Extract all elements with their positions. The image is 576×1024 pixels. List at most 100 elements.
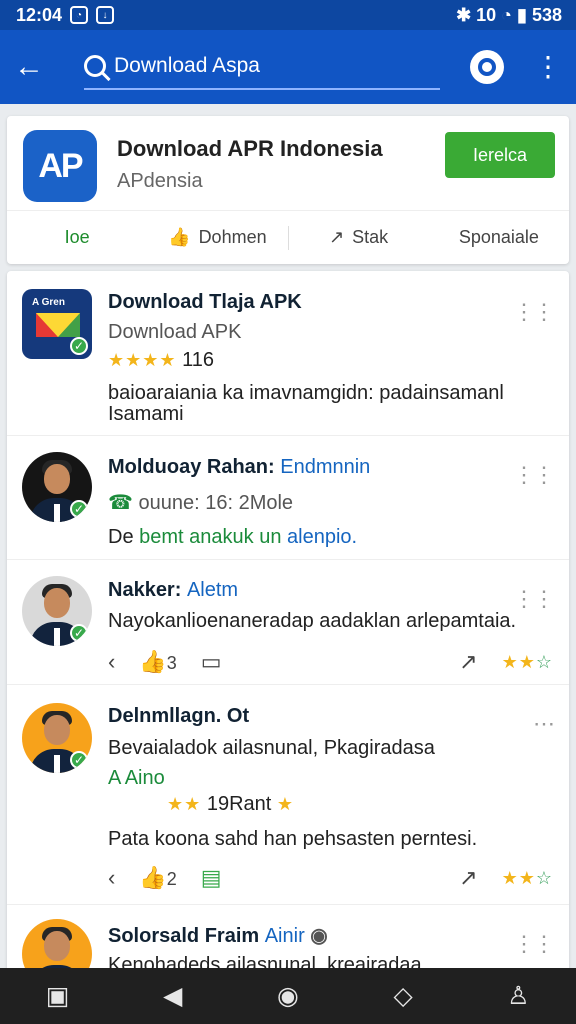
back-icon[interactable]: ← <box>14 50 58 84</box>
more-icon[interactable]: ⋮⋮ <box>513 301 555 323</box>
rating-count: 116 <box>182 349 214 371</box>
rating-stars-icon: ★★☆ <box>501 867 553 888</box>
chevron-left-icon[interactable]: ‹ <box>108 651 115 673</box>
user-avatar: ✓ <box>22 452 92 522</box>
hero-action-open[interactable]: Ioe <box>7 227 147 248</box>
item-body: baioaraiania ka imavnamgidn: padainsaman… <box>108 382 504 425</box>
download-icon: ↓ <box>96 6 115 24</box>
item-title-text: Molduoay Rahan: <box>108 456 275 478</box>
verified-badge-icon: ✓ <box>70 751 88 769</box>
comment-icon[interactable]: ▭ <box>201 651 222 673</box>
mini-logo-icon: A Gren <box>32 297 65 308</box>
like-button[interactable]: 👍3 <box>139 650 177 674</box>
action-row: ‹ 👍2 ▤ ↗ ★★☆ <box>108 863 553 893</box>
item-subtitle: Bevaialadok ailasnunal, Pkagiradasa <box>108 737 435 759</box>
item-title[interactable]: Download Tlaja APK <box>108 291 302 314</box>
hero-action-like[interactable]: 👍 Dohmen <box>147 227 287 248</box>
body-prefix: De <box>108 526 134 548</box>
search-input[interactable]: Download Aspa <box>84 44 440 90</box>
list-item: ✓ Molduoay Rahan: Endmnnin ☎ ouune: 16: … <box>7 436 569 560</box>
chevron-left-icon[interactable]: ‹ <box>108 867 115 889</box>
like-count: 2 <box>166 868 177 889</box>
item-body: Nayokanlioenaneradap aadaklan arlepamtai… <box>108 610 517 632</box>
item-title-accent: Ainir <box>264 925 305 947</box>
item-meta: ☎ ouune: 16: 2Mole <box>108 490 293 515</box>
hero-action-share[interactable]: ↗ Stak <box>289 227 429 248</box>
item-title-accent: Endmnnin <box>280 456 371 478</box>
item-title[interactable]: Nakker: Aletm <box>108 579 238 602</box>
app-avatar: A Gren ✓ <box>22 289 92 359</box>
verified-badge-icon: ✓ <box>70 624 88 642</box>
thumb-up-icon: 👍 <box>168 227 191 247</box>
item-title[interactable]: Solorsald Fraim Ainir ◉ <box>108 923 328 948</box>
phone-icon: ☎ <box>108 492 133 514</box>
hero-action-support[interactable]: Sponaiale <box>429 227 569 248</box>
item-label: A Aino <box>108 767 165 789</box>
search-query: Download Aspa <box>114 54 260 77</box>
app-title: Download APR Indonesia <box>117 136 383 161</box>
list-item: A Gren ✓ Download Tlaja APK Download APK… <box>7 271 569 436</box>
status-time: 12:04 <box>16 4 63 25</box>
user-avatar: ✓ <box>22 703 92 773</box>
action-row: ‹ 👍3 ▭ ↗ ★★☆ <box>108 647 553 677</box>
more-icon[interactable]: ⋮⋮ <box>513 464 555 486</box>
item-title-accent: Aletm <box>186 579 239 601</box>
search-icon <box>84 55 106 77</box>
verified-badge-icon: ✓ <box>70 500 88 518</box>
install-button[interactable]: Ierelca <box>445 132 555 178</box>
item-subtitle: Download APK <box>108 321 242 343</box>
home-nav-icon[interactable]: ◉ <box>264 981 312 1011</box>
star-rating-icon: ★★ <box>167 794 202 814</box>
app-hero-card: AP Download APR Indonesia APdensia Ierel… <box>7 116 569 264</box>
notification-icon: ◔ <box>70 6 89 24</box>
item-meta-text: ouune: 16: 2Mole <box>138 492 294 514</box>
list-item: ✓ Delnmllagn. Ot Bevaialadok ailasnunal,… <box>7 685 569 905</box>
body-link[interactable]: alenpio. <box>287 526 357 548</box>
app-logo: AP <box>23 130 97 202</box>
item-body: De bemt anakuk un alenpio. <box>108 526 357 549</box>
app-bar: ← Download Aspa ⋮ <box>0 30 576 104</box>
item-rating: ★★ 19Rant ★ <box>167 793 294 816</box>
item-body: Pata koona sahd han pehsasten perntesi. <box>108 828 478 850</box>
verified-icon: ◉ <box>310 925 328 947</box>
more-icon[interactable]: ⋮⋮ <box>513 588 555 610</box>
triangle-logo-icon <box>36 313 80 337</box>
share-icon: ↗ <box>329 227 345 247</box>
hero-action-open-label: Ioe <box>64 227 90 247</box>
item-title[interactable]: Molduoay Rahan: Endmnnin <box>108 456 370 479</box>
hero-action-like-label: Dohmen <box>198 227 267 247</box>
share-icon[interactable]: ↗ <box>459 867 477 889</box>
hero-action-share-label: Stak <box>352 227 389 247</box>
item-title[interactable]: Delnmllagn. Ot <box>108 705 249 728</box>
hero-action-support-label: Sponaiale <box>458 227 539 247</box>
status-left: 12:04 ◔ ↓ <box>16 4 115 26</box>
green-chart-icon[interactable]: ▤ <box>201 867 222 889</box>
feed-card: A Gren ✓ Download Tlaja APK Download APK… <box>7 271 569 985</box>
apps-icon[interactable]: ▣ <box>34 981 82 1011</box>
rating-stars-icon: ★★☆ <box>501 651 553 672</box>
location-icon[interactable]: ◇ <box>379 981 427 1011</box>
more-icon[interactable]: ⋯ <box>533 713 555 735</box>
item-title-text: Nakker: <box>108 579 182 601</box>
more-icon[interactable]: ⋮⋮ <box>513 933 555 955</box>
body-green: bemt anakuk un <box>139 526 282 548</box>
user-avatar: ✓ <box>22 576 92 646</box>
back-nav-icon[interactable]: ◀ <box>149 981 197 1011</box>
status-right: ✱ 10 ◔ ▮ 538 <box>456 4 562 25</box>
item-title-text: Solorsald Fraim <box>108 925 260 947</box>
star-badge-icon: ★ <box>276 794 295 814</box>
item-rating: ★★★★ 116 <box>108 349 214 372</box>
hero-actions: Ioe 👍 Dohmen ↗ Stak Sponaiale <box>7 210 569 264</box>
verified-badge-icon: ✓ <box>70 337 88 355</box>
camera-icon[interactable] <box>470 50 504 84</box>
more-vert-icon[interactable]: ⋮ <box>534 53 562 81</box>
like-button[interactable]: 👍2 <box>139 866 177 890</box>
status-bar: 12:04 ◔ ↓ ✱ 10 ◔ ▮ 538 <box>0 0 576 30</box>
app-subtitle: APdensia <box>117 170 203 192</box>
profile-icon[interactable]: ♙ <box>494 981 542 1011</box>
star-rating-icon: ★★★★ <box>108 350 177 370</box>
share-icon[interactable]: ↗ <box>459 651 477 673</box>
rating-text: 19Rant <box>206 793 272 815</box>
list-item: ✓ Nakker: Aletm Nayokanlioenaneradap aad… <box>7 560 569 685</box>
like-count: 3 <box>166 652 177 673</box>
